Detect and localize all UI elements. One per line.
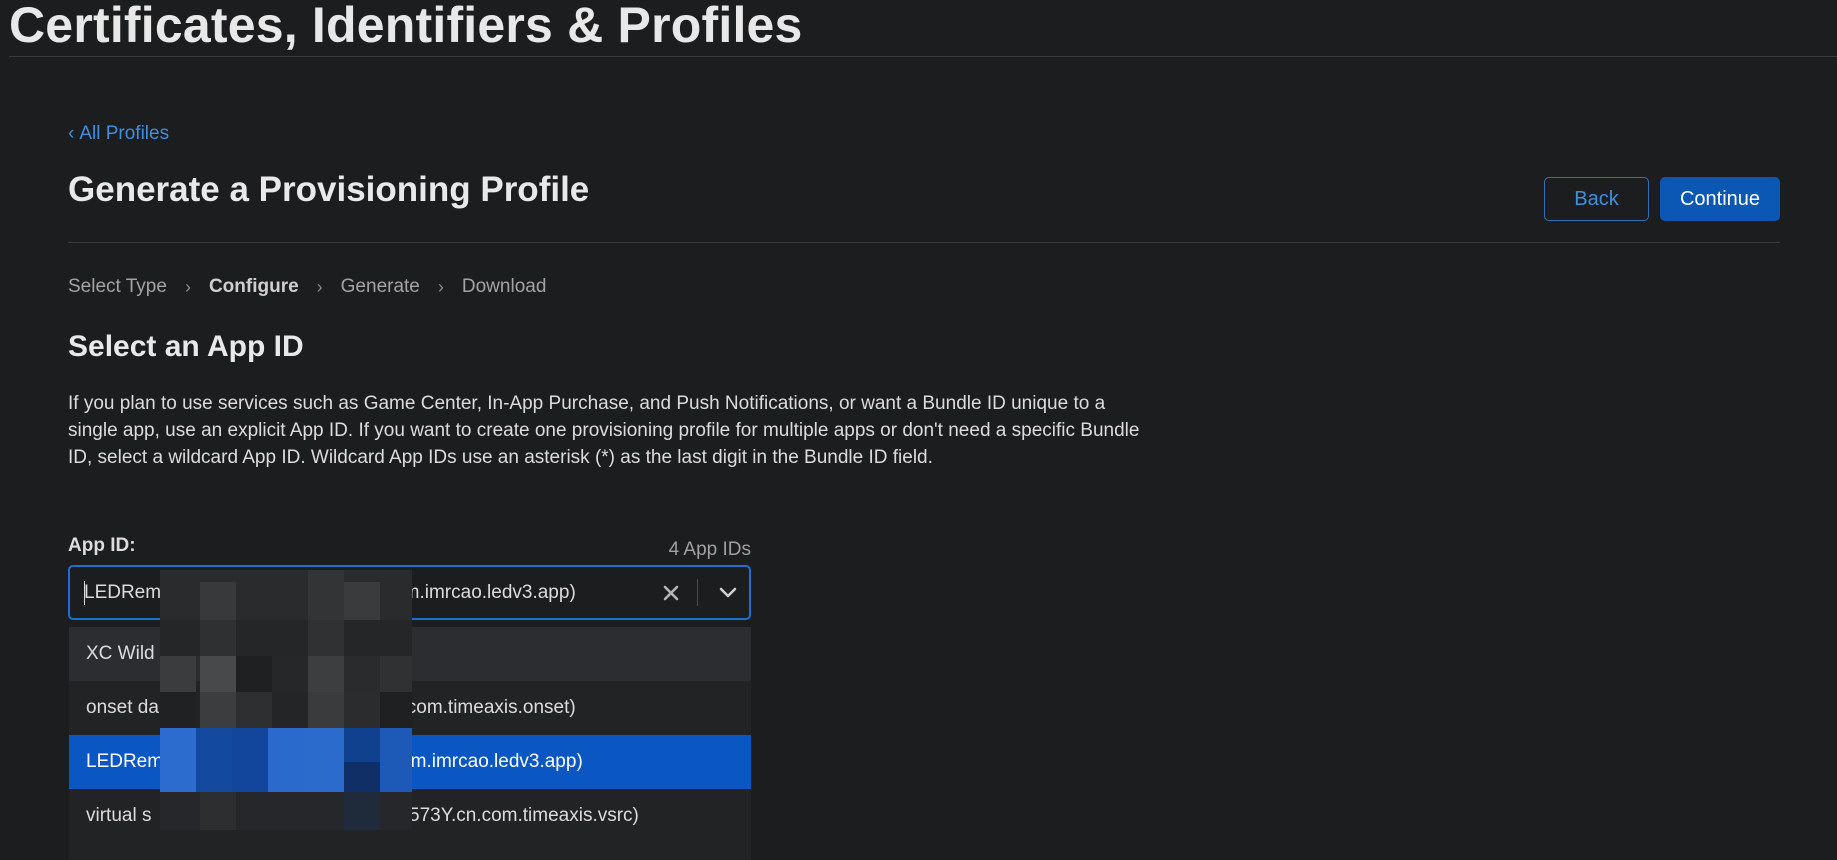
dropdown-toggle[interactable] xyxy=(708,567,748,618)
title-divider xyxy=(9,56,1837,57)
option-prefix: LEDRem xyxy=(86,751,164,772)
select-divider xyxy=(697,579,698,606)
chevron-left-icon: ‹ xyxy=(68,123,75,144)
step-configure: Configure xyxy=(208,276,299,297)
app-id-count: 4 App IDs xyxy=(668,539,751,560)
chevron-right-icon: › xyxy=(184,276,191,297)
chevron-right-icon: › xyxy=(437,276,444,297)
section-title: Select an App ID xyxy=(68,330,304,363)
option-prefix: XC Wild xyxy=(86,643,155,664)
breadcrumb-label: All Profiles xyxy=(79,123,170,144)
option-prefix: onset da xyxy=(86,697,159,718)
back-button[interactable]: Back xyxy=(1544,177,1649,221)
app-id-label: App ID: xyxy=(68,535,136,556)
close-icon xyxy=(663,585,679,600)
chevron-right-icon: › xyxy=(316,276,323,297)
chevron-down-icon xyxy=(719,587,737,597)
site-title: Certificates, Identifiers & Profiles xyxy=(9,0,803,53)
step-generate: Generate xyxy=(340,276,420,297)
breadcrumb-all-profiles[interactable]: ‹ All Profiles xyxy=(68,123,169,145)
selected-prefix: LEDRem xyxy=(84,582,162,603)
option-prefix: virtual s xyxy=(86,805,152,826)
step-indicator: Select Type › Configure › Generate › Dow… xyxy=(68,276,546,298)
redaction-mosaic xyxy=(160,570,412,830)
clear-selection-button[interactable] xyxy=(656,567,686,618)
step-download: Download xyxy=(461,276,547,297)
continue-button[interactable]: Continue xyxy=(1660,177,1780,221)
option-suffix: 2573Y.cn.com.timeaxis.vsrc) xyxy=(398,805,639,826)
step-select-type: Select Type xyxy=(68,276,167,297)
page-title: Generate a Provisioning Profile xyxy=(68,170,590,209)
option-suffix: n.com.timeaxis.onset) xyxy=(390,697,576,718)
section-description: If you plan to use services such as Game… xyxy=(68,393,1140,468)
header-divider xyxy=(68,242,1780,243)
text-cursor xyxy=(84,581,85,605)
